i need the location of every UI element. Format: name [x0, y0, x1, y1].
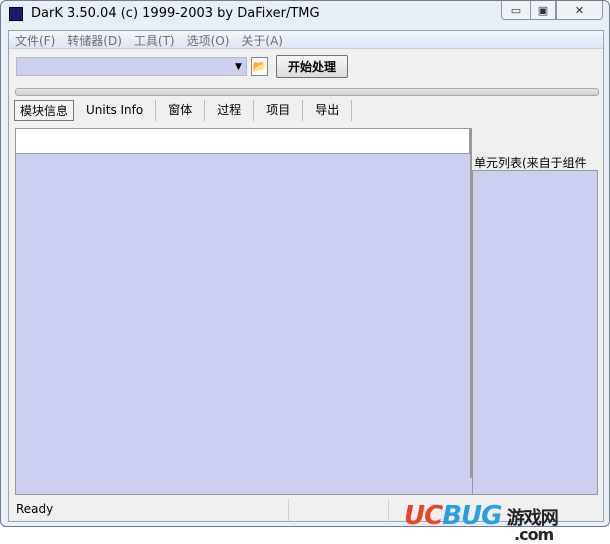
window-title: DarK 3.50.04 (c) 1999-2003 by DaFixer/TM…	[31, 6, 320, 21]
menu-tools[interactable]: 工具(T)	[128, 31, 181, 48]
tab-procedures[interactable]: 过程	[205, 100, 255, 121]
tab-forms[interactable]: 窗体	[156, 100, 206, 121]
watermark-logo: UCBUG 游戏网 .com	[404, 501, 559, 544]
tab-bar: 模块信息 Units Info 窗体 过程 项目 导出	[14, 100, 353, 121]
close-button[interactable]: ✕	[556, 1, 603, 20]
target-combo[interactable]	[16, 57, 247, 76]
chevron-down-icon[interactable]: ▼	[235, 62, 242, 72]
menu-file[interactable]: 文件(F)	[9, 31, 61, 48]
progress-bar	[15, 88, 599, 96]
menu-dumper[interactable]: 转储器(D)	[61, 31, 128, 48]
units-list-label: 单元列表(来自于组件	[474, 156, 587, 170]
status-pane	[289, 499, 389, 521]
tab-units-info[interactable]: Units Info	[74, 100, 157, 121]
menu-options[interactable]: 选项(O)	[181, 31, 236, 48]
info-field[interactable]	[15, 128, 470, 154]
client-area: 文件(F) 转储器(D) 工具(T) 选项(O) 关于(A) ▼ 📂 开始处理 …	[8, 30, 604, 544]
tab-exports[interactable]: 导出	[303, 100, 353, 121]
open-folder-icon[interactable]: 📂	[251, 57, 268, 76]
tab-module-info[interactable]: 模块信息	[14, 100, 75, 121]
units-list[interactable]	[472, 170, 598, 495]
minimize-button[interactable]: ▭	[501, 1, 531, 20]
menu-bar: 文件(F) 转储器(D) 工具(T) 选项(O) 关于(A)	[9, 31, 603, 49]
app-icon	[9, 7, 23, 21]
menu-about[interactable]: 关于(A)	[235, 31, 289, 48]
app-window: DarK 3.50.04 (c) 1999-2003 by DaFixer/TM…	[0, 0, 610, 544]
start-button[interactable]: 开始处理	[276, 55, 348, 78]
maximize-button[interactable]: ▣	[530, 1, 556, 20]
tab-project[interactable]: 项目	[254, 100, 304, 121]
status-text: Ready	[9, 499, 289, 521]
